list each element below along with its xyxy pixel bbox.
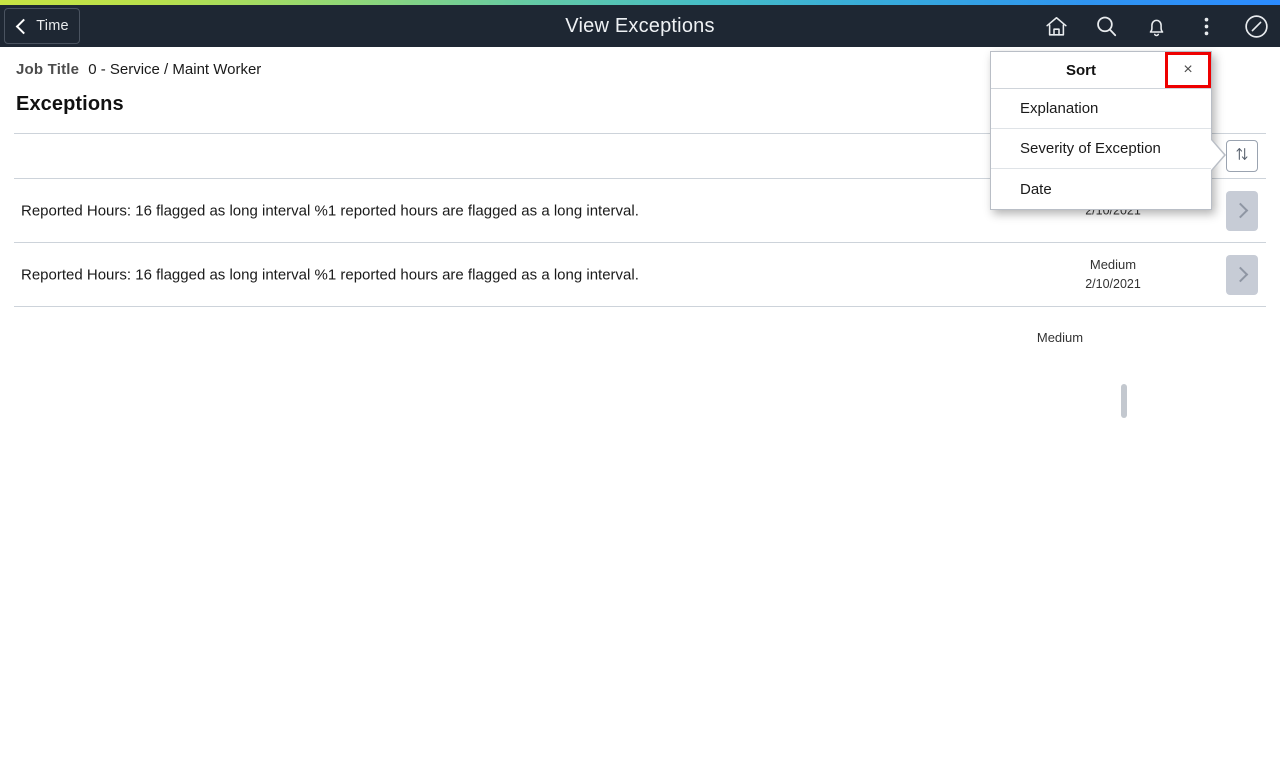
chevron-right-icon: [1232, 266, 1249, 283]
scrollbar-thumb[interactable]: [1121, 384, 1127, 418]
chevron-right-icon: [1232, 202, 1249, 219]
list-divider: [14, 306, 1266, 307]
sort-option-explanation[interactable]: Explanation: [991, 89, 1211, 129]
exception-date: 2/10/2021: [1085, 276, 1141, 291]
sort-option-label: Explanation: [1020, 100, 1099, 117]
home-icon[interactable]: [1042, 12, 1070, 40]
job-title-row: Job Title 0 - Service / Maint Worker: [16, 61, 261, 78]
sort-toggle-button[interactable]: [1226, 140, 1258, 172]
sort-panel: Sort × Explanation Severity of Exception…: [990, 51, 1212, 210]
header-icon-group: [1042, 5, 1270, 47]
exception-text: Reported Hours: 16 flagged as long inter…: [21, 266, 639, 283]
accent-strip: [0, 0, 1280, 5]
kebab-menu-icon[interactable]: [1192, 12, 1220, 40]
status-badge: Medium: [1089, 256, 1137, 272]
partial-row-severity: Medium: [1036, 330, 1084, 345]
row-detail-button[interactable]: [1226, 190, 1258, 231]
sort-panel-title: Sort: [1066, 61, 1096, 79]
sort-option-severity[interactable]: Severity of Exception: [991, 129, 1211, 169]
exception-meta: Medium 2/10/2021: [1038, 255, 1188, 295]
sort-panel-header: Sort ×: [991, 52, 1211, 89]
row-detail-button[interactable]: [1226, 254, 1258, 295]
app-header: Time View Exceptions: [0, 5, 1280, 47]
sort-option-label: Date: [1020, 180, 1052, 198]
job-title-label: Job Title: [16, 61, 80, 78]
table-row[interactable]: Reported Hours: 16 flagged as long inter…: [14, 243, 1266, 306]
sort-updown-icon: [1234, 146, 1250, 167]
search-icon[interactable]: [1092, 12, 1120, 40]
section-heading: Exceptions: [16, 93, 124, 115]
close-icon: ×: [1183, 61, 1193, 78]
job-title-value: 0 - Service / Maint Worker: [88, 61, 262, 78]
sort-option-label: Severity of Exception: [1020, 140, 1161, 157]
navbar-compass-icon[interactable]: [1242, 12, 1270, 40]
bell-icon[interactable]: [1142, 12, 1170, 40]
exception-text: Reported Hours: 16 flagged as long inter…: [21, 202, 639, 219]
close-button[interactable]: ×: [1165, 52, 1211, 88]
sort-option-date[interactable]: Date: [991, 169, 1211, 209]
